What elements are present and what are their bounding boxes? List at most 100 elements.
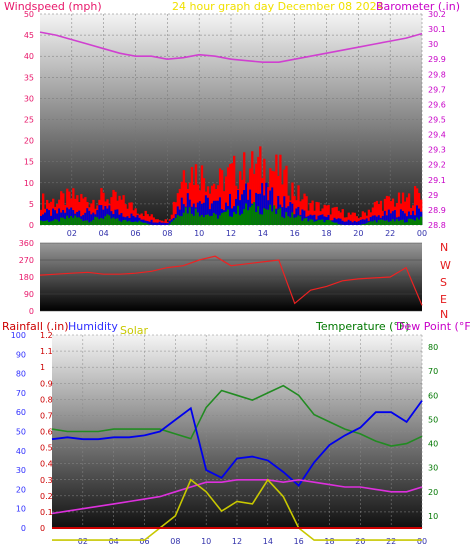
wind-low-bar: [130, 221, 133, 225]
wind-low-bar: [375, 222, 379, 225]
wind-title: Windspeed (mph): [4, 0, 102, 13]
wind-low-bar: [307, 221, 310, 225]
baro-tick-label: 29.8: [428, 70, 446, 79]
temp-x-tick-label: 20: [355, 537, 365, 546]
baro-tick-label: 29.9: [428, 55, 446, 64]
rain-tick-label: 0.1: [40, 508, 53, 517]
wind-low-bar: [391, 219, 395, 225]
wind-low-bar: [411, 219, 415, 225]
solar-title: Solar: [120, 324, 149, 337]
temp-tick-label: 30: [428, 464, 438, 473]
humidity-tick-label: 10: [16, 505, 26, 514]
temp-x-tick-label: 08: [170, 537, 180, 546]
wind-low-bar: [413, 220, 417, 225]
wind-low-bar: [192, 215, 196, 225]
wind-low-bar: [265, 209, 268, 225]
wind-low-bar: [283, 218, 286, 225]
compass-n-top: N: [440, 241, 448, 254]
wind-x-tick-label: 20: [353, 229, 363, 238]
wind-low-bar: [224, 211, 228, 225]
wind-x-tick-label: 18: [321, 229, 331, 238]
wind-low-bar: [269, 204, 272, 225]
wind-low-bar: [305, 217, 308, 225]
wind-low-bar: [196, 212, 200, 225]
baro-tick-label: 28.8: [428, 221, 446, 230]
wind-low-bar: [102, 218, 105, 225]
wind-low-bar: [323, 222, 326, 225]
wind-low-bar: [275, 213, 278, 225]
wind-low-bar: [112, 217, 115, 225]
wind-low-bar: [231, 216, 234, 225]
wind-low-bar: [114, 218, 117, 225]
wind-low-bar: [144, 222, 147, 225]
wind-low-bar: [126, 221, 129, 225]
wind-x-tick-label: 16: [290, 229, 300, 238]
wind-low-bar: [253, 202, 256, 225]
temp-x-tick-label: 14: [263, 537, 273, 546]
wind-low-bar: [82, 220, 85, 225]
wind-low-bar: [325, 220, 328, 225]
wind-avg-bar: [156, 222, 159, 225]
wind-low-bar: [335, 222, 338, 225]
wind-low-bar: [78, 217, 81, 225]
wind-low-bar: [281, 216, 284, 225]
wind-low-bar: [40, 220, 43, 225]
rain-tick-label: 0.7: [40, 411, 53, 420]
wind-low-bar: [84, 220, 87, 225]
humidity-tick-label: 70: [16, 389, 26, 398]
wind-avg-bar: [337, 218, 340, 225]
wind-low-bar: [204, 214, 208, 225]
humidity-tick-label: 40: [16, 447, 26, 456]
wind-avg-bar: [355, 221, 358, 225]
wind-low-bar: [198, 216, 202, 225]
wind-tick-label: 30: [24, 94, 34, 103]
wind-low-bar: [48, 221, 51, 225]
temp-x-tick-label: 16: [294, 537, 304, 546]
wind-low-bar: [415, 217, 419, 225]
baro-tick-label: 29.7: [428, 85, 446, 94]
wind-low-bar: [293, 217, 296, 225]
wind-low-bar: [297, 215, 300, 225]
wind-low-bar: [365, 223, 369, 225]
wind-tick-label: 20: [24, 137, 34, 146]
baro-tick-label: 30: [428, 40, 438, 49]
humidity-tick-label: 50: [16, 428, 26, 437]
wind-low-bar: [80, 219, 83, 225]
wind-low-bar: [257, 206, 260, 225]
wind-low-bar: [287, 216, 290, 225]
wind-low-bar: [88, 222, 91, 225]
wind-low-bar: [142, 222, 145, 225]
wind-low-bar: [208, 216, 212, 225]
wind-low-bar: [46, 220, 49, 225]
wind-low-bar: [337, 224, 340, 225]
wind-x-tick-label: 22: [385, 229, 395, 238]
wind-avg-bar: [154, 222, 157, 225]
rain-tick-label: 0.3: [40, 476, 53, 485]
wind-low-bar: [277, 209, 280, 225]
wind-low-bar: [140, 221, 143, 225]
temp-x-tick-label: 02: [78, 537, 88, 546]
humidity-tick-label: 90: [16, 350, 26, 359]
wind-tick-label: 45: [24, 31, 34, 40]
wind-low-bar: [317, 219, 320, 225]
wind-low-bar: [186, 213, 190, 225]
wind-low-bar: [309, 219, 312, 225]
wind-low-bar: [315, 220, 318, 225]
wind-tick-label: 15: [24, 158, 34, 167]
wind-tick-label: 40: [24, 52, 34, 61]
direction-tick-label: 90: [24, 290, 34, 299]
wind-low-bar: [122, 220, 125, 225]
wind-low-bar: [58, 221, 61, 225]
baro-title: Barometer (.in): [376, 0, 460, 13]
rain-tick-label: 0.5: [40, 444, 53, 453]
wind-avg-bar: [343, 221, 346, 225]
wind-low-bar: [96, 217, 99, 225]
wind-low-bar: [124, 219, 127, 225]
wind-low-bar: [228, 216, 232, 225]
wind-avg-bar: [351, 222, 354, 225]
wind-low-bar: [90, 221, 93, 225]
direction-tick-label: 180: [19, 273, 34, 282]
wind-low-bar: [52, 220, 55, 225]
wind-low-bar: [251, 205, 254, 225]
wind-low-bar: [200, 214, 204, 225]
